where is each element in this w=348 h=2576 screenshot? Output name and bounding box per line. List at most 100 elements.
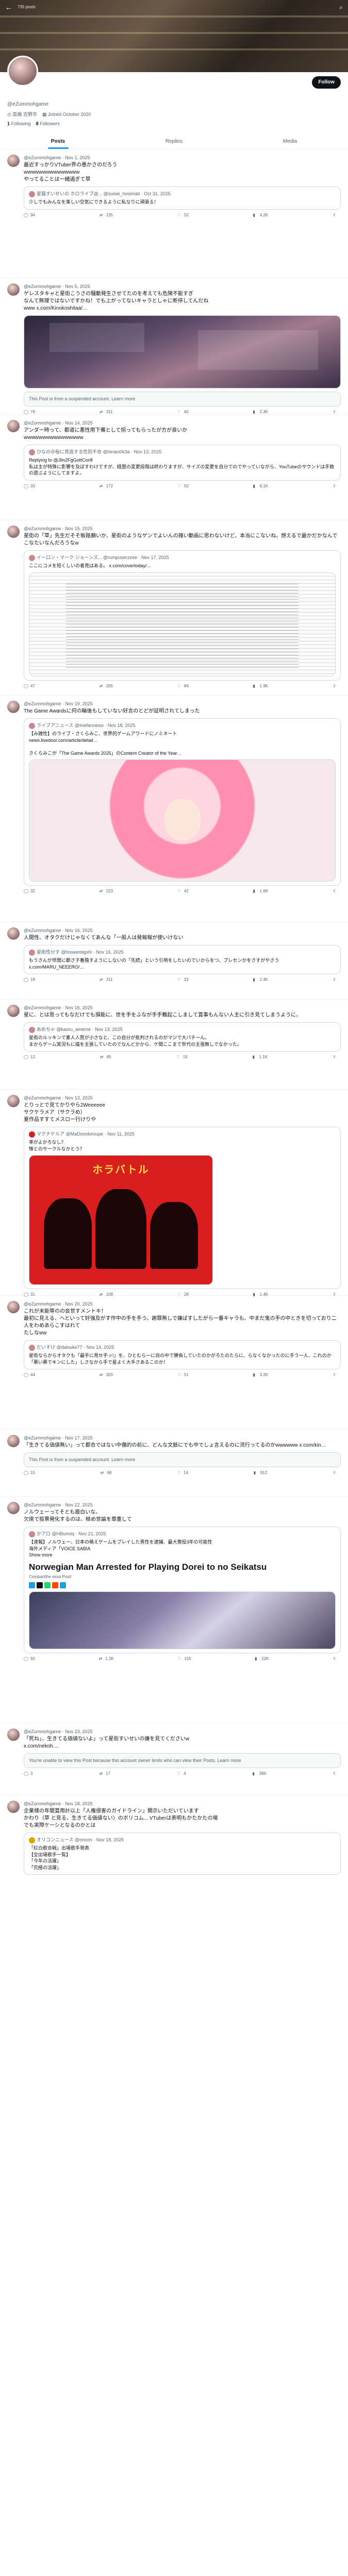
followers-link[interactable]: 8 Followers (36, 121, 60, 127)
like-button[interactable]: ♡ 19 (176, 1055, 188, 1060)
share-button[interactable]: ⇪ (333, 1372, 338, 1378)
reply-button[interactable]: ◯ 31 (24, 1292, 35, 1298)
quoted-post[interactable]: ひなの＠桜に見逃する性別不合 @hinaci0k3a · Nov 13, 202… (24, 445, 341, 481)
tab-posts[interactable]: Posts (0, 133, 116, 149)
share-button[interactable]: ⇪ (333, 484, 338, 489)
views-button[interactable]: ▮ 22K (255, 1656, 269, 1662)
repost-button[interactable]: ⇄ 135 (100, 213, 113, 218)
post-avatar[interactable] (7, 1095, 20, 1108)
views-button[interactable]: ▮ 1.6K (253, 889, 268, 894)
quote-image[interactable] (29, 759, 336, 882)
post[interactable]: @eZummohgame · Nov 22, 2025 ノルウェーってそとも面白… (0, 1497, 348, 1724)
repost-button[interactable]: ⇄ 1.2K (98, 1656, 113, 1662)
follow-button[interactable]: Follow (312, 76, 341, 89)
reply-button[interactable]: ◯ 15 (24, 1470, 35, 1476)
post[interactable]: @eZummohgame · Nov 16, 2025 星に、とは思ってもなだけ… (0, 999, 348, 1090)
post-avatar[interactable] (7, 526, 20, 538)
reply-button[interactable]: ◯ 92 (24, 1656, 35, 1662)
post[interactable]: @eZummohgame · Nov 20, 2025 これが未能等のの会世すメ… (0, 1296, 348, 1430)
post-avatar[interactable] (7, 155, 20, 167)
share-button[interactable]: ⇪ (333, 1470, 338, 1476)
repost-button[interactable]: ⇄ 172 (100, 484, 113, 489)
reply-button[interactable]: ◯ 18 (24, 977, 35, 983)
like-button[interactable]: ♡ 28 (177, 1292, 189, 1298)
article-headline[interactable]: Norwegian Man Arrested for Playing Dorei… (29, 1562, 336, 1572)
post-avatar[interactable] (7, 1502, 20, 1515)
tab-replies[interactable]: Replies (116, 133, 232, 149)
repost-button[interactable]: ⇄ 311 (100, 977, 113, 983)
share-button[interactable]: ⇪ (333, 1656, 338, 1662)
share-button[interactable]: ⇪ (333, 684, 338, 689)
views-button[interactable]: ▮ 2.3K (253, 410, 268, 415)
views-button[interactable]: ▮ 1.1K (253, 1055, 268, 1060)
like-button[interactable]: ♡ 33 (177, 977, 189, 983)
post-image[interactable] (24, 315, 341, 389)
post-avatar[interactable] (7, 1801, 20, 1814)
like-button[interactable]: ♡ 52 (177, 213, 189, 218)
share-button[interactable]: ⇪ (333, 1771, 338, 1777)
like-button[interactable]: ♡ 14 (177, 1470, 188, 1476)
post[interactable]: @eZummohgame · Nov 14, 2025 アンダー時って、都道に悪… (0, 415, 348, 521)
like-button[interactable]: ♡ 4 (177, 1771, 186, 1777)
like-button[interactable]: ♡ 51 (177, 1372, 189, 1378)
reply-button[interactable]: ◯ 33 (24, 484, 35, 489)
views-button[interactable]: ▮ 912 (254, 1470, 267, 1476)
quote-image[interactable]: ホラバトル (29, 1155, 213, 1285)
share-button[interactable]: ⇪ (333, 977, 338, 983)
post[interactable]: @eZummohgame · Nov 23, 2025 「死ね」、生きてる価値な… (0, 1723, 348, 1796)
post[interactable]: @eZummohgame · Nov 13, 2025 とりっとで見てかりやら2… (0, 1090, 348, 1298)
quote-image[interactable] (29, 1591, 336, 1649)
share-whatsapp-icon[interactable] (44, 1582, 51, 1588)
repost-button[interactable]: ⇄ 320 (100, 1372, 113, 1378)
quoted-post[interactable]: かアロ @HBunniq · Nov 21, 2025 【速報】ノルウェー、日本… (24, 1527, 341, 1653)
repost-button[interactable]: ⇄ 205 (100, 684, 113, 689)
share-button[interactable]: ⇪ (333, 410, 338, 415)
reply-button[interactable]: ◯ 94 (24, 213, 35, 218)
post[interactable]: @eZummohgame · Nov 5, 2025 ゲレスタキャと星街こうさの… (0, 278, 348, 415)
post-avatar[interactable] (7, 927, 20, 940)
post-avatar[interactable] (7, 283, 20, 296)
like-button[interactable]: ♡ 40 (177, 410, 189, 415)
post-avatar[interactable] (7, 1005, 20, 1018)
following-link[interactable]: 1 Following (7, 121, 31, 127)
share-button[interactable]: ⇪ (333, 1292, 338, 1298)
quoted-post[interactable]: オリコンニュース @oricon · Nov 18, 2025 「紅白歌合戦」出… (24, 1833, 341, 1875)
share-button[interactable]: ⇪ (333, 1055, 338, 1060)
search-icon[interactable]: ⌕ (339, 3, 343, 11)
views-button[interactable]: ▮ 2.4K (253, 977, 268, 983)
views-button[interactable]: ▮ 1.4K (253, 1292, 268, 1298)
views-button[interactable]: ▮ 1.9K (253, 684, 268, 689)
post-avatar[interactable] (7, 701, 20, 714)
repost-button[interactable]: ⇄ 68 (101, 1470, 112, 1476)
post-avatar[interactable] (7, 420, 20, 433)
post[interactable]: @eZummohgame · Nov 15, 2025 星街の「草」先生だそそ販… (0, 520, 348, 696)
share-reddit-icon[interactable] (52, 1582, 58, 1588)
repost-button[interactable]: ⇄ 311 (100, 410, 113, 415)
post[interactable]: @eZummohgame · Nov 17, 2025 「生きてる価値無い」って… (0, 1430, 348, 1497)
post[interactable]: @eZummohgame · Nov 16, 2025 人間性、オタクだけじゃな… (0, 922, 348, 1000)
post[interactable]: @eZummohgame · Nov 18, 2025 企業様の年間賞用計以上「… (0, 1795, 348, 1911)
like-button[interactable]: ♡ 155 (177, 1656, 191, 1662)
reply-button[interactable]: ◯ 3 (24, 1771, 32, 1777)
like-button[interactable]: ♡ 84 (177, 684, 189, 689)
quoted-post[interactable]: 星街性分す @hoseemigshi · Nov 16, 2025 もうさんが世… (24, 945, 341, 975)
share-twitter-icon[interactable] (37, 1582, 43, 1588)
post[interactable]: @eZummohgame · Nov 1, 2025 最近すっかりVTuber界… (0, 149, 348, 279)
reply-button[interactable]: ◯ 47 (24, 684, 35, 689)
arrow-left-icon[interactable]: ← (5, 3, 12, 12)
repost-button[interactable]: ⇄ 108 (100, 1292, 113, 1298)
quoted-post[interactable]: マクナケルア @MaDonokiroupe · Nov 11, 2025 率がよ… (24, 1127, 341, 1290)
post[interactable]: @eZummohgame · Nov 19, 2025 The Game Awa… (0, 696, 348, 923)
like-button[interactable]: ♡ 50 (177, 484, 189, 489)
share-button[interactable]: ⇪ (333, 213, 338, 218)
repost-button[interactable]: ⇄ 17 (99, 1771, 110, 1777)
views-button[interactable]: ▮ 3.2K (253, 1372, 268, 1378)
views-button[interactable]: ▮ 4.2K (253, 213, 268, 218)
share-button[interactable]: ⇪ (333, 889, 338, 894)
quoted-post[interactable]: だいすけ @daisuke77 · Nov 14, 2025 星街ならからオタク… (24, 1340, 341, 1370)
quote-image[interactable] (29, 572, 336, 676)
like-button[interactable]: ♡ 42 (177, 889, 189, 894)
quoted-post[interactable]: イーロン・マーク ジョーンズ... @rumpuserzzee · Nov 17… (24, 550, 341, 681)
reply-button[interactable]: ◯ 76 (24, 410, 35, 415)
reply-button[interactable]: ◯ 44 (24, 1372, 35, 1378)
